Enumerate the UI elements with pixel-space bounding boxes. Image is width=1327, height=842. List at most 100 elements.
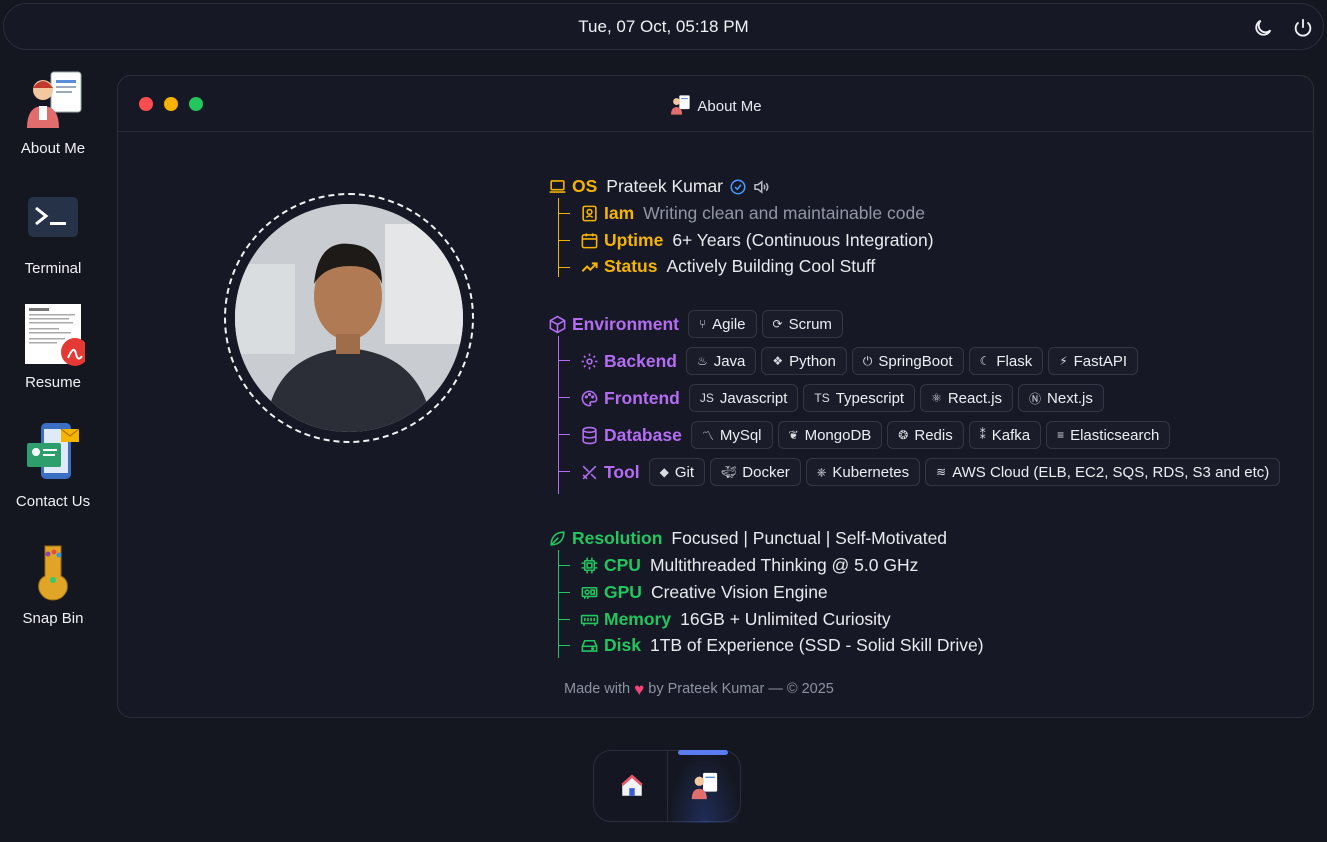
tree-branch [558, 267, 570, 268]
os-tree-line [558, 198, 559, 277]
id-badge-icon [582, 205, 597, 222]
chip-scrum[interactable]: ⟳ Scrum [761, 310, 843, 338]
moon-icon[interactable] [1252, 17, 1274, 39]
uptime-value: 6+ Years (Continuous Integration) [672, 230, 934, 250]
profile-photo [235, 204, 463, 432]
memory-value: 16GB + Unlimited Curiosity [680, 609, 891, 629]
cpu-icon [581, 557, 598, 574]
tree-branch [558, 592, 570, 593]
chip-javascript[interactable]: JS Javascript [688, 384, 799, 412]
chip-reactjs[interactable]: ⚛ React.js [920, 384, 1014, 412]
desktop-icon-about-me[interactable]: About Me [0, 68, 106, 157]
tree-branch [558, 645, 570, 646]
desktop-icon-contact-us[interactable]: Contact Us [0, 421, 106, 510]
chip-kubernetes[interactable]: ⎈ Kubernetes [805, 458, 921, 486]
footer: Made with ♥ by Prateek Kumar — © 2025 [564, 680, 834, 700]
iam-row: Iam Writing clean and maintainable code [580, 203, 925, 224]
database-row: Database 〽 MySql ❦ MongoDB ❂ Redis ⁑ Kafka ≡… [580, 421, 1175, 449]
dock-home[interactable] [594, 751, 668, 823]
python-icon: ❖ [772, 354, 784, 368]
nextjs-icon: Ⓝ [1029, 391, 1042, 406]
clock: Tue, 07 Oct, 05:18 PM [578, 17, 749, 36]
resume-label: Resume [25, 374, 81, 391]
laptop-icon [549, 180, 566, 193]
chip-python[interactable]: ❖ Python [761, 347, 847, 375]
resolution-key: Resolution [572, 528, 663, 548]
chip-agile[interactable]: ⑂ Agile [687, 310, 757, 338]
chip-typescript[interactable]: TS Typescript [803, 384, 916, 412]
chip-elasticsearch[interactable]: ≡ Elasticsearch [1046, 421, 1171, 449]
elasticsearch-icon: ≡ [1057, 428, 1065, 442]
chip-fastapi[interactable]: ⚡ FastAPI [1048, 347, 1138, 375]
dock [593, 750, 742, 823]
fastapi-icon: ⚡ [1059, 354, 1068, 368]
dock-about-me[interactable] [668, 751, 742, 823]
tree-branch [558, 240, 570, 241]
chip-nextjs[interactable]: Ⓝ Next.js [1018, 384, 1104, 412]
chip-java[interactable]: ♨ Java [685, 347, 757, 375]
environment-key: Environment [572, 313, 679, 334]
tree-branch [558, 397, 570, 398]
window-title-text: About Me [697, 98, 762, 115]
mysql-icon: 〽 [701, 428, 714, 443]
cpu-value: Multithreaded Thinking @ 5.0 GHz [649, 555, 919, 575]
cube-icon [549, 315, 566, 333]
environment-row: Environment ⑂ Agile ⟳ Scrum [548, 310, 848, 338]
memory-key: Memory [604, 609, 672, 629]
status-value: Actively Building Cool Stuff [666, 256, 876, 276]
chip-redis[interactable]: ❂ Redis [887, 421, 964, 449]
frontend-key: Frontend [604, 387, 680, 408]
uptime-key: Uptime [604, 230, 664, 250]
about-me-icon [671, 95, 691, 115]
iam-key: Iam [604, 203, 635, 223]
tool-row: Tool ◆ Git 🐳︎ Docker ⎈ Kubernetes ≋ AWS Clou… [580, 458, 1285, 486]
resolution-tree-line [558, 550, 559, 658]
window-title: About Me [118, 94, 1313, 116]
verified-icon [730, 179, 746, 194]
tree-branch [558, 565, 570, 566]
tools-icon [582, 465, 597, 479]
frontend-row: Frontend JS Javascript TS Typescript ⚛ Reac… [580, 384, 1109, 412]
iam-value: Writing clean and maintainable code [643, 203, 925, 223]
resolution-row: Resolution Focused | Punctual | Self-Mot… [548, 528, 947, 549]
active-indicator [678, 750, 728, 755]
chip-mysql[interactable]: 〽 MySql [690, 421, 773, 449]
disk-row: Disk 1TB of Experience (SSD - Solid Skil… [580, 635, 984, 656]
chip-docker[interactable]: 🐳︎ Docker [710, 458, 801, 486]
power-icon[interactable] [1292, 17, 1314, 39]
disk-value: 1TB of Experience (SSD - Solid Skill Dri… [649, 635, 984, 655]
snap-bin-label: Snap Bin [22, 610, 84, 627]
desktop-icon-resume[interactable]: Resume [0, 302, 106, 391]
tool-key: Tool [604, 461, 640, 482]
cpu-row: CPU Multithreaded Thinking @ 5.0 GHz [580, 555, 918, 576]
chip-flask[interactable]: ☾ Flask [968, 347, 1044, 375]
desktop-icon-snap-bin[interactable]: Snap Bin [0, 538, 106, 627]
status-key: Status [604, 256, 658, 276]
desktop-icon-terminal[interactable]: Terminal [0, 188, 106, 277]
status-row: Status Actively Building Cool Stuff [580, 256, 875, 277]
top-bar: Tue, 07 Oct, 05:18 PM [3, 3, 1324, 50]
chip-mongodb[interactable]: ❦ MongoDB [777, 421, 883, 449]
tree-branch [558, 619, 570, 620]
chip-kafka[interactable]: ⁑ Kafka [968, 421, 1042, 449]
contact-us-label: Contact Us [15, 493, 91, 510]
database-icon [582, 426, 597, 444]
trend-up-icon [581, 262, 598, 272]
speaker-icon[interactable] [752, 178, 770, 196]
spring-icon: ⏻ [862, 353, 873, 368]
chip-springboot[interactable]: ⏻ SpringBoot [851, 347, 964, 375]
pdf-document-icon [21, 302, 89, 366]
chip-git[interactable]: ◆ Git [648, 458, 706, 486]
gear-icon [581, 353, 598, 369]
tree-branch [558, 434, 570, 435]
footer-credit: by Prateek Kumar — © 2025 [648, 681, 834, 697]
tree-branch [558, 213, 570, 214]
home-icon [621, 774, 643, 796]
chip-aws-cloud[interactable]: ≋ AWS Cloud (ELB, EC2, SQS, RDS, S3 and e… [925, 458, 1281, 486]
heart-icon: ♥ [634, 680, 645, 699]
os-name: Prateek Kumar [606, 176, 724, 196]
react-icon: ⚛ [931, 391, 942, 405]
about-me-window: About Me OS Prateek Kumar Iam Writing cl… [117, 75, 1314, 718]
disk-key: Disk [604, 635, 641, 655]
memory-icon [580, 614, 599, 626]
